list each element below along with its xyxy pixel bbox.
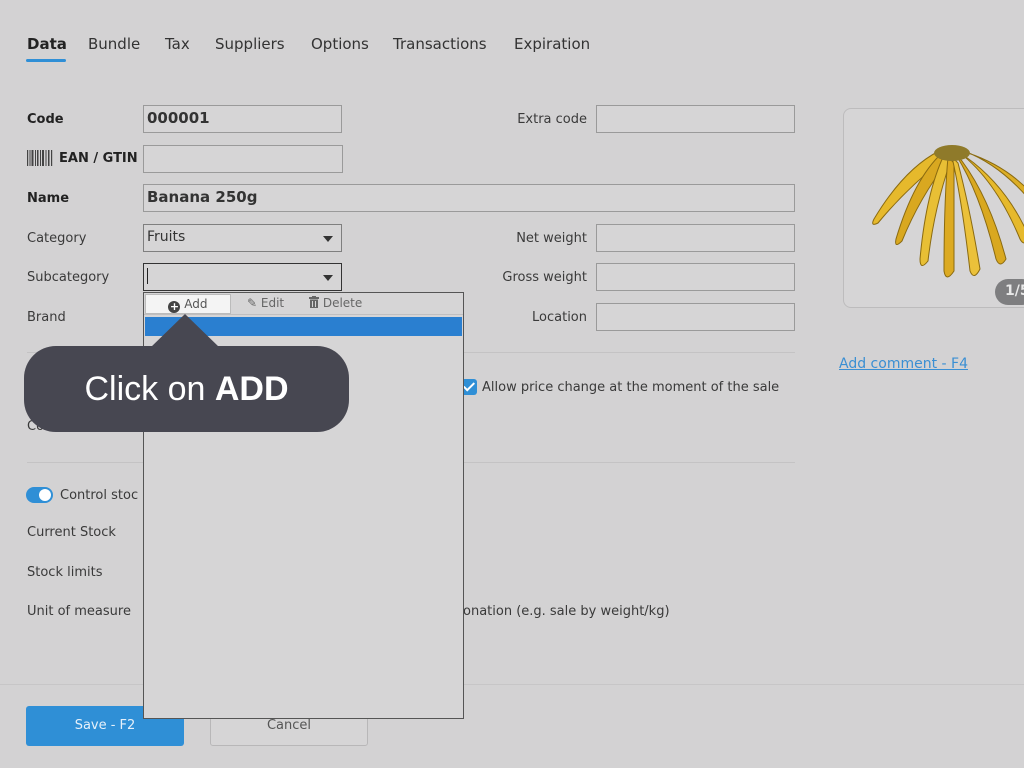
tab-expiration[interactable]: Expiration <box>514 35 590 53</box>
net-weight-label: Net weight <box>516 231 587 246</box>
gross-weight-label: Gross weight <box>502 270 587 285</box>
tab-bundle[interactable]: Bundle <box>88 35 140 53</box>
name-label: Name <box>27 191 70 206</box>
image-pager: 1/5 <box>995 279 1024 305</box>
subcategory-select[interactable] <box>143 263 342 291</box>
extra-code-label: Extra code <box>517 112 587 127</box>
category-value: Fruits <box>147 229 186 245</box>
net-weight-field[interactable] <box>596 224 795 252</box>
unit-of-measure-label: Unit of measure <box>27 604 131 619</box>
category-select[interactable]: Fruits <box>143 224 342 252</box>
add-comment-link[interactable]: Add comment - F4 <box>839 356 968 372</box>
add-label: Add <box>184 297 208 311</box>
tab-tax[interactable]: Tax <box>165 35 190 53</box>
pencil-icon: ✎ <box>247 296 258 310</box>
code-label: Code <box>27 112 64 127</box>
chevron-down-icon <box>323 236 333 242</box>
current-stock-label: Current Stock <box>27 525 116 540</box>
control-stock-label: Control stoc <box>60 488 139 503</box>
banana-image <box>872 145 1024 278</box>
delete-label: Delete <box>322 296 363 310</box>
location-field[interactable] <box>596 303 795 331</box>
tab-transactions[interactable]: Transactions <box>393 35 487 53</box>
tab-suppliers[interactable]: Suppliers <box>215 35 285 53</box>
tab-data[interactable]: Data <box>27 35 67 53</box>
unit-of-measure-note: onation (e.g. sale by weight/kg) <box>463 604 670 619</box>
control-stock-toggle[interactable] <box>26 487 53 503</box>
edit-button[interactable]: ✎ Edit <box>247 296 284 310</box>
delete-button[interactable]: Delete <box>309 296 362 310</box>
extra-code-field[interactable] <box>596 105 795 133</box>
chevron-down-icon <box>323 275 333 281</box>
ean-label: EAN / GTIN <box>59 151 138 166</box>
code-field[interactable]: 000001 <box>143 105 342 133</box>
product-image[interactable] <box>843 108 1024 308</box>
dropdown-toolbar: + Add ✎ Edit Delete <box>144 293 463 315</box>
callout-strong-text: ADD <box>214 370 289 408</box>
category-label: Category <box>27 231 87 246</box>
name-field[interactable]: Banana 250g <box>143 184 795 212</box>
tutorial-callout: Click on ADD <box>24 346 349 432</box>
stock-limits-label: Stock limits <box>27 565 103 580</box>
callout-text: Click on <box>84 370 215 408</box>
location-label: Location <box>532 310 587 325</box>
ean-field[interactable] <box>143 145 343 173</box>
add-button[interactable]: + Add <box>145 294 231 314</box>
trash-icon <box>309 296 319 308</box>
active-tab-indicator <box>26 59 66 62</box>
gross-weight-field[interactable] <box>596 263 795 291</box>
subcategory-label: Subcategory <box>27 270 110 285</box>
brand-label: Brand <box>27 310 66 325</box>
text-cursor <box>147 268 148 284</box>
tab-options[interactable]: Options <box>311 35 369 53</box>
edit-label: Edit <box>260 296 285 310</box>
barcode-icon <box>27 150 53 166</box>
plus-circle-icon: + <box>168 300 181 313</box>
callout-pointer <box>150 314 220 348</box>
allow-price-change-label: Allow price change at the moment of the … <box>482 380 780 395</box>
